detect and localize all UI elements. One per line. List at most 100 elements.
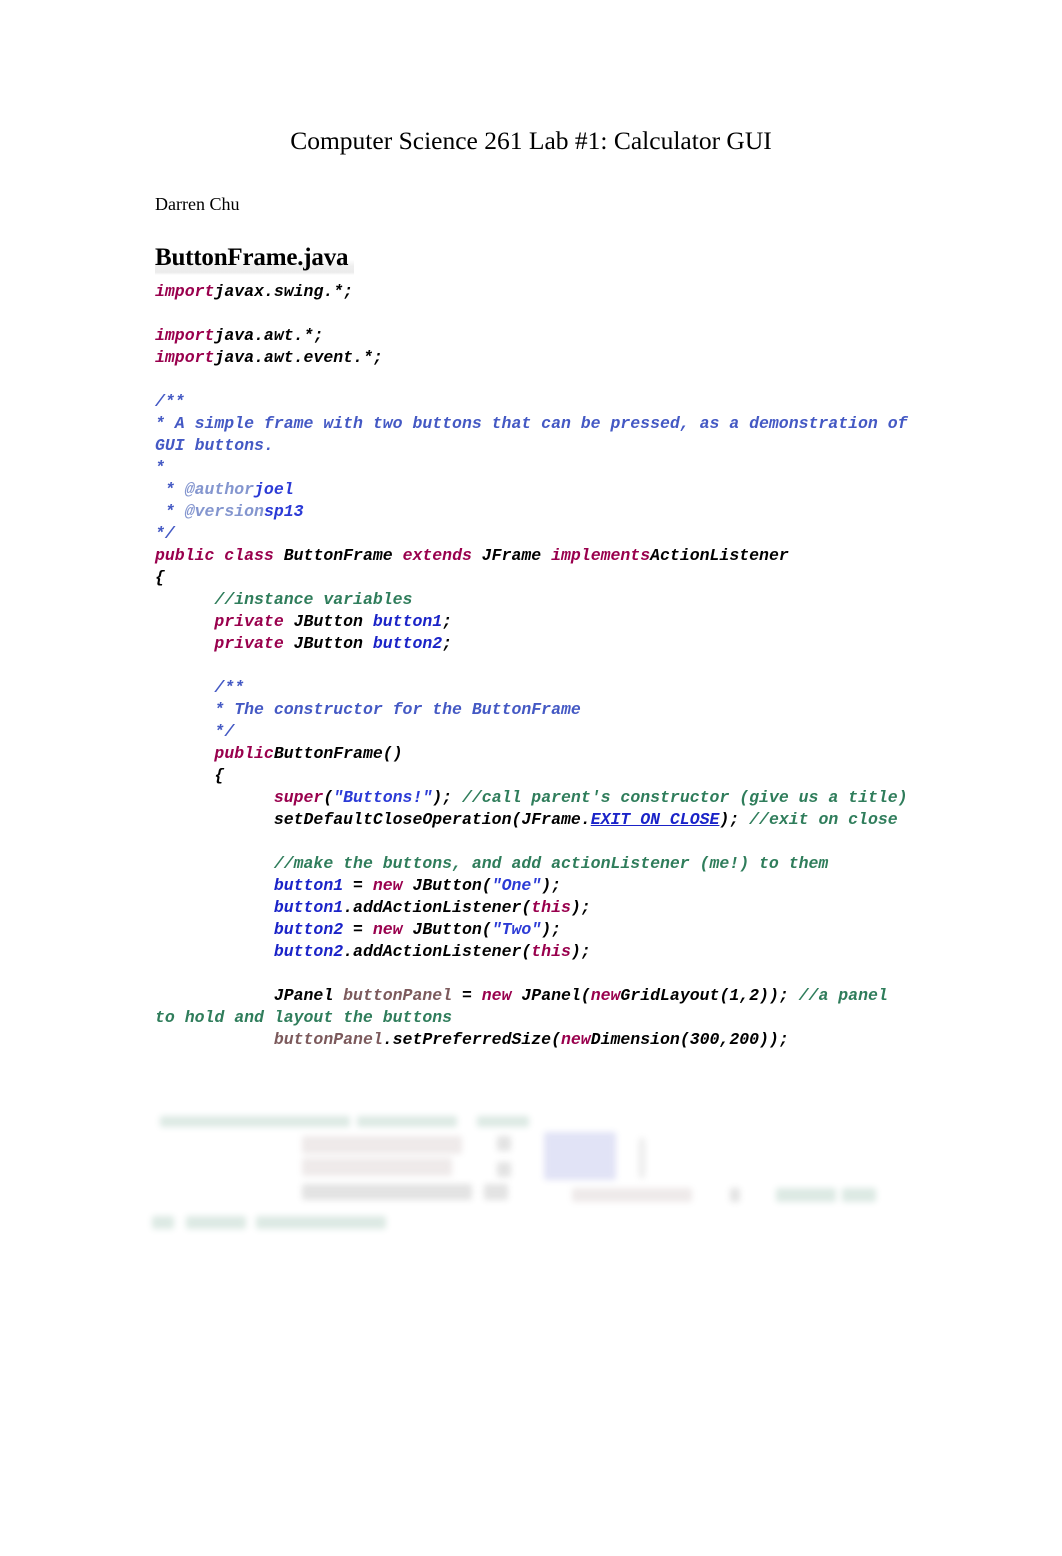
file-heading: ButtonFrame.java xyxy=(155,243,355,275)
document-page: Computer Science 261 Lab #1: Calculator … xyxy=(0,0,1062,1556)
code-token: buttonPanel xyxy=(273,1030,383,1049)
code-token: button1 xyxy=(273,898,344,917)
code-line: //instance variables xyxy=(155,589,915,611)
code-token: new xyxy=(372,920,413,939)
code-token: ); xyxy=(541,920,562,939)
faded-text-smudge xyxy=(497,1162,511,1177)
code-token: import xyxy=(155,348,215,367)
code-token: @version xyxy=(184,502,264,521)
code-line: button2.addActionListener(this); xyxy=(155,941,915,963)
code-token: "Two" xyxy=(491,920,542,939)
code-listing: importjavax.swing.*; importjava.awt.*; imp… xyxy=(155,281,915,1051)
code-token: GridLayout(1,2)); xyxy=(620,986,789,1005)
code-token: button1 xyxy=(273,876,344,895)
code-token: { xyxy=(214,766,225,785)
code-token: button1 xyxy=(372,612,443,631)
code-token: ); xyxy=(570,942,591,961)
faded-text-smudge xyxy=(256,1216,386,1229)
faded-text-smudge xyxy=(572,1188,692,1202)
code-line: //make the buttons, and add actionListen… xyxy=(155,853,915,875)
code-token: ActionListener xyxy=(650,546,789,565)
code-token: extends xyxy=(402,546,482,565)
code-token: private xyxy=(214,612,294,631)
code-token: this xyxy=(531,898,571,917)
code-token: "One" xyxy=(491,876,542,895)
code-token: /** xyxy=(155,392,185,411)
code-line: * The constructor for the ButtonFrame xyxy=(155,699,915,721)
page-title: Computer Science 261 Lab #1: Calculator … xyxy=(290,126,772,155)
code-token: JButton( xyxy=(412,920,492,939)
code-token: import xyxy=(155,282,215,301)
code-line: public class ButtonFrame extends JFrame … xyxy=(155,545,915,567)
code-line: importjava.awt.event.*; xyxy=(155,347,915,369)
code-token: = xyxy=(452,986,482,1005)
faded-tail-region xyxy=(152,1112,876,1244)
code-token: JButton xyxy=(293,634,373,653)
code-token: = xyxy=(343,876,373,895)
faded-text-smudge xyxy=(730,1188,740,1202)
code-token: button2 xyxy=(372,634,443,653)
faded-text-smudge xyxy=(484,1184,508,1200)
code-line: button1 = new JButton("One"); xyxy=(155,875,915,897)
code-token: new xyxy=(590,986,621,1005)
code-token: //exit on close xyxy=(749,810,898,829)
faded-text-smudge xyxy=(152,1216,174,1229)
code-token: ButtonFrame() xyxy=(273,744,403,763)
code-line: * xyxy=(155,457,915,479)
code-line: buttonPanel.setPreferredSize(newDimensio… xyxy=(155,1029,915,1051)
code-token: JFrame xyxy=(481,546,552,565)
code-line: */ xyxy=(155,721,915,743)
code-line: /** xyxy=(155,677,915,699)
code-line: /** xyxy=(155,391,915,413)
code-token: javax.swing.*; xyxy=(214,282,354,301)
faded-text-smudge xyxy=(639,1138,645,1178)
code-token: * xyxy=(155,458,165,477)
code-token: .addActionListener( xyxy=(343,942,532,961)
code-token: */ xyxy=(214,722,235,741)
code-token: implements xyxy=(551,546,651,565)
code-line: JPanel buttonPanel = new JPanel(newGridL… xyxy=(155,985,915,1029)
code-token: Dimension(300,200)); xyxy=(590,1030,789,1049)
code-token: setDefaultCloseOperation(JFrame. xyxy=(273,810,591,829)
faded-text-smudge xyxy=(302,1184,472,1200)
faded-text-smudge xyxy=(160,1116,350,1127)
code-token: buttonPanel xyxy=(343,986,453,1005)
code-token: ); xyxy=(719,810,750,829)
code-token: { xyxy=(155,568,165,587)
code-token: * The constructor for the ButtonFrame xyxy=(214,700,581,719)
code-line: { xyxy=(155,567,915,589)
code-token: import xyxy=(155,326,215,345)
code-line: importjava.awt.*; xyxy=(155,325,915,347)
code-token: joel xyxy=(254,480,294,499)
code-line: private JButton button2; xyxy=(155,633,915,655)
code-token: java.awt.*; xyxy=(214,326,324,345)
code-token: new xyxy=(481,986,522,1005)
code-token: button2 xyxy=(273,920,344,939)
faded-text-smudge xyxy=(477,1116,529,1127)
code-token: ); xyxy=(570,898,591,917)
faded-text-smudge xyxy=(302,1158,452,1176)
code-token: ; xyxy=(442,634,453,653)
code-line: super("Buttons!"); //call parent's const… xyxy=(155,787,915,809)
faded-text-smudge xyxy=(497,1136,511,1151)
code-line: { xyxy=(155,765,915,787)
code-token: private xyxy=(214,634,294,653)
code-token: ); xyxy=(432,788,462,807)
